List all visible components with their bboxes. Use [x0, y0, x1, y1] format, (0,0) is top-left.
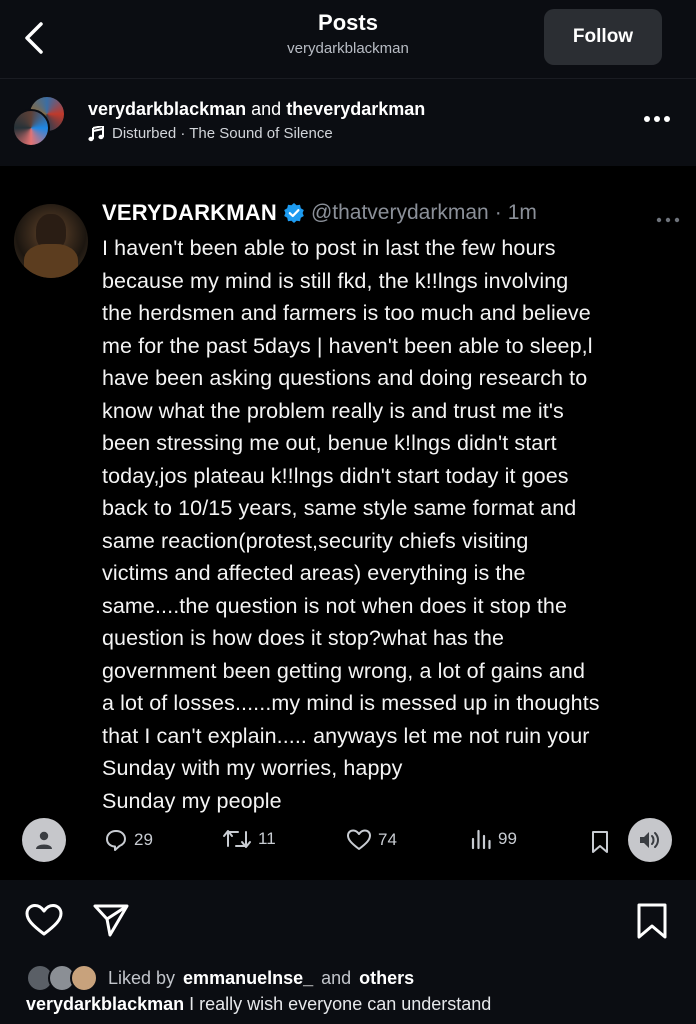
bookmark-icon [592, 831, 608, 853]
heart-icon [347, 829, 371, 850]
liked-by-and: and [321, 967, 352, 988]
retweet-button[interactable]: 11 [222, 828, 276, 850]
verified-badge-icon [284, 203, 304, 223]
like-post-button[interactable] [24, 902, 64, 943]
avatar [12, 109, 50, 147]
caption-text: I really wish everyone can understand [189, 994, 492, 1014]
retweet-icon [223, 830, 251, 848]
liked-by-prefix: Liked by [108, 967, 176, 988]
avatar [70, 964, 98, 992]
share-button[interactable] [92, 902, 130, 943]
profile-button[interactable] [22, 818, 66, 862]
author-and: and [251, 99, 282, 119]
like-count: 74 [378, 830, 397, 849]
sound-toggle-button[interactable] [628, 818, 672, 862]
reply-icon [106, 830, 126, 851]
music-note-icon [88, 125, 104, 141]
tweet-body: I haven't been able to post in last the … [102, 236, 600, 813]
tweet-display-name[interactable]: VERYDARKMAN [102, 200, 277, 226]
views-count: 99 [498, 829, 517, 848]
tweet-more-button[interactable] [656, 210, 680, 228]
views-icon [471, 829, 491, 850]
save-icon [637, 903, 667, 939]
speaker-icon [640, 832, 659, 848]
author-names: verydarkblackman and theverydarkman [88, 99, 425, 120]
post-options-button[interactable] [642, 109, 672, 129]
follow-button[interactable]: Follow [544, 9, 662, 65]
tweet-action-row: 29 11 74 99 [0, 818, 696, 862]
share-icon [93, 904, 129, 937]
heart-icon [25, 904, 63, 936]
liked-by-line[interactable]: Liked by emmanuelnse_ and others [26, 964, 414, 992]
music-title: Disturbed · The Sound of Silence [112, 125, 333, 142]
views-button[interactable]: 99 [470, 828, 517, 850]
author-username-2[interactable]: theverydarkman [286, 99, 425, 119]
tweet-avatar[interactable] [14, 204, 88, 278]
save-post-button[interactable] [636, 902, 668, 945]
post-author-bar: verydarkblackman and theverydarkman Dist… [0, 78, 696, 164]
caption-username[interactable]: verydarkblackman [26, 994, 184, 1014]
liked-by-avatars [26, 964, 100, 992]
top-bar: Posts verydarkblackman Follow [0, 0, 696, 76]
liked-by-user[interactable]: emmanuelnse_ [183, 968, 313, 989]
tweet-time: 1m [507, 201, 537, 224]
post-caption: verydarkblackman I really wish everyone … [26, 994, 491, 1015]
person-icon [36, 831, 52, 849]
music-attribution[interactable]: Disturbed · The Sound of Silence [88, 125, 333, 142]
post-footer: Liked by emmanuelnse_ and others verydar… [0, 880, 696, 1024]
like-button[interactable]: 74 [346, 828, 397, 852]
bookmark-button[interactable] [590, 830, 610, 854]
tweet-card: VERYDARKMAN @thatverydarkman · 1m I have… [0, 166, 696, 880]
author-avatars[interactable] [12, 95, 68, 149]
reply-count: 29 [134, 830, 153, 849]
tweet-separator: · [494, 201, 502, 224]
retweet-count: 11 [258, 829, 276, 848]
liked-by-others[interactable]: others [359, 968, 414, 989]
avatar-figure-body [24, 244, 78, 278]
more-horizontal-icon [656, 217, 680, 223]
author-username-1[interactable]: verydarkblackman [88, 99, 246, 119]
tweet-handle[interactable]: @thatverydarkman [311, 201, 489, 225]
tweet-header: VERYDARKMAN @thatverydarkman · 1m [102, 200, 537, 226]
more-horizontal-icon [644, 116, 670, 122]
reply-button[interactable]: 29 [104, 828, 153, 852]
